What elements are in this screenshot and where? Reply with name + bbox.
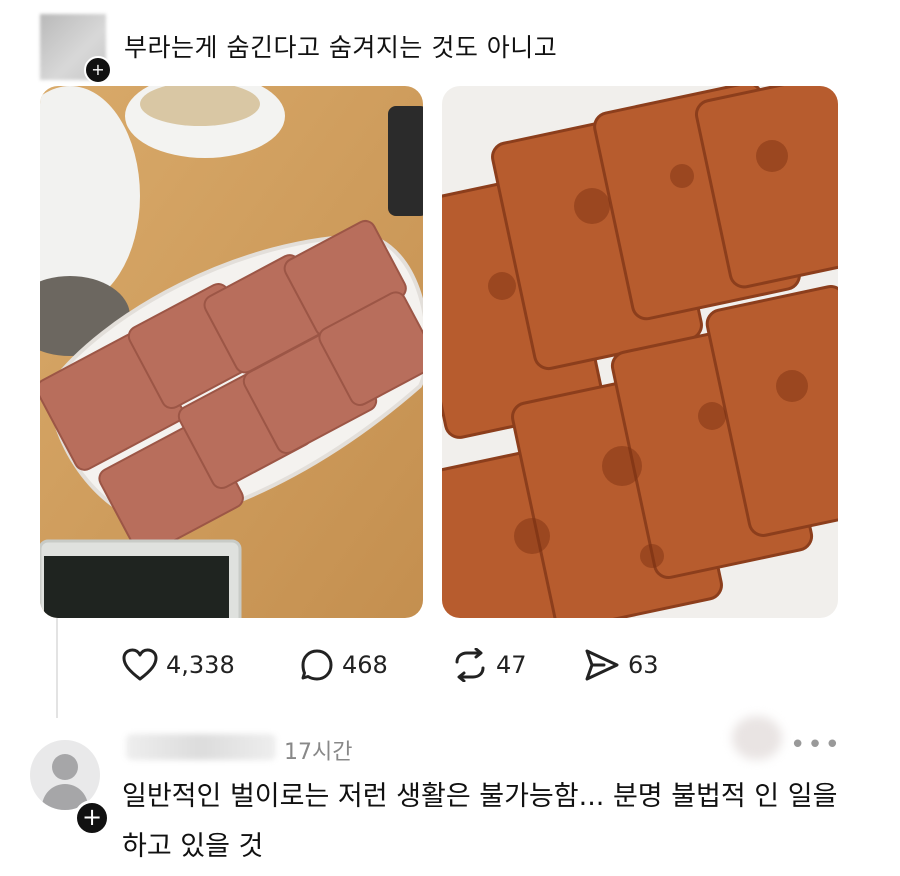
share-icon	[585, 649, 619, 681]
post-photo-2[interactable]	[442, 86, 838, 618]
blurred-region	[732, 716, 782, 760]
comment-button[interactable]: 468	[300, 648, 388, 682]
heart-icon	[122, 648, 158, 681]
like-button[interactable]: 4,338	[122, 648, 235, 682]
reply-text: 일반적인 벌이로는 저런 생활은 불가능함... 분명 불법적 인 일을 하고 …	[122, 781, 838, 862]
repost-icon	[455, 648, 485, 682]
reply-author-name[interactable]	[126, 734, 276, 760]
comment-icon	[301, 649, 333, 681]
repost-count: 47	[496, 651, 527, 679]
share-button[interactable]: 63	[584, 648, 659, 682]
follow-button[interactable]: +	[84, 56, 112, 84]
like-count: 4,338	[166, 651, 235, 679]
repost-button[interactable]: 47	[452, 648, 527, 682]
reply-timestamp: 17시간	[284, 740, 353, 765]
comment-count: 468	[342, 651, 388, 679]
reply-follow-button[interactable]: +	[74, 800, 110, 836]
more-icon[interactable]: •••	[790, 730, 842, 760]
post-photo-1[interactable]	[40, 86, 423, 618]
share-count: 63	[628, 651, 659, 679]
post-text: 부라는게 숨긴다고 숨겨지는 것도 아니고	[124, 33, 558, 62]
